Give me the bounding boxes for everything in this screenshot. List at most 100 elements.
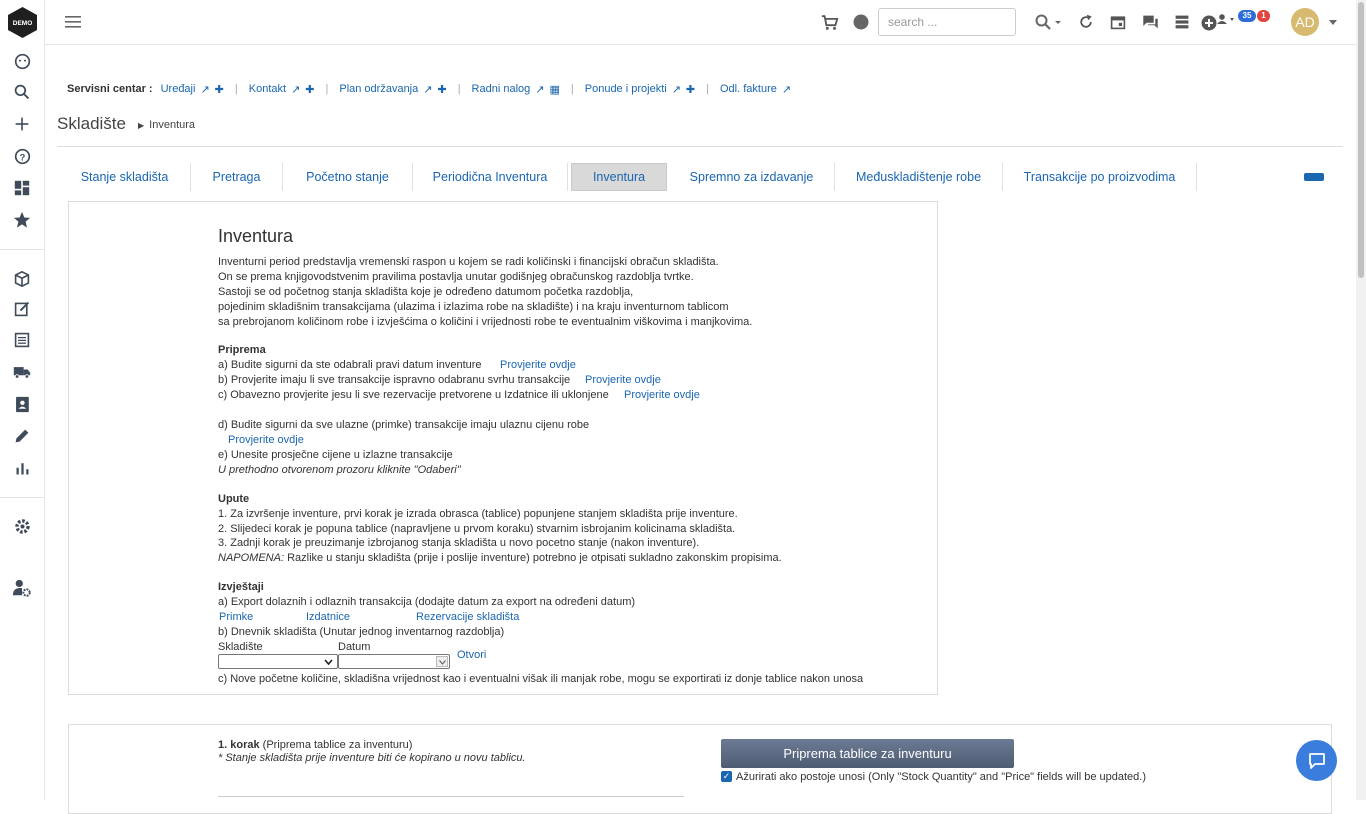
- notification-badge-red: 1: [1257, 10, 1270, 22]
- plus-icon[interactable]: ✚: [305, 83, 314, 96]
- menu-icon[interactable]: [64, 11, 82, 33]
- chevron-down-icon: [439, 660, 446, 665]
- cart-icon[interactable]: [820, 11, 840, 33]
- search-dropdown-icon[interactable]: [1034, 11, 1064, 33]
- storage-icon[interactable]: [1173, 11, 1191, 33]
- svg-text:?: ?: [19, 152, 25, 162]
- bar-chart-icon[interactable]: [11, 457, 33, 479]
- star-icon[interactable]: [11, 209, 33, 231]
- check-link-b[interactable]: Provjerite ovdje: [585, 374, 661, 386]
- search-icon[interactable]: [11, 81, 33, 103]
- tab-spremno-za-izdavanje[interactable]: Spremno za izdavanje: [669, 163, 835, 191]
- plus-icon[interactable]: ✚: [215, 83, 224, 96]
- datum-select[interactable]: [338, 654, 450, 669]
- intro-line: pojedinim skladišnim transakcijama (ulaz…: [218, 301, 729, 313]
- external-link-icon[interactable]: ↗: [200, 83, 209, 96]
- separator: |: [457, 83, 461, 95]
- edit-note-icon[interactable]: [11, 298, 33, 320]
- priprema-b: b) Provjerite imaju li sve transakcije i…: [218, 374, 571, 386]
- calendar-icon[interactable]: ▦: [549, 83, 559, 96]
- link-uredaji[interactable]: Uređaji: [161, 83, 196, 95]
- link-plan-odrzavanja[interactable]: Plan održavanja: [339, 83, 418, 95]
- upute-line: 3. Zadnji korak je preuzimanje izbrojano…: [218, 537, 700, 549]
- separator: |: [234, 83, 238, 95]
- demo-logo[interactable]: DEMO: [8, 7, 37, 38]
- tab-inventura[interactable]: Inventura: [571, 163, 667, 191]
- help-icon[interactable]: ?: [11, 145, 33, 167]
- chat-icon[interactable]: [1141, 11, 1159, 33]
- logo-text: DEMO: [13, 20, 33, 27]
- priprema-d: d) Budite sigurni da sve ulazne (primke)…: [218, 419, 590, 431]
- chat-widget-button[interactable]: [1296, 740, 1337, 781]
- settings-icon[interactable]: [11, 515, 33, 537]
- upute-title: Upute: [218, 493, 250, 505]
- external-link-icon[interactable]: ↗: [782, 83, 791, 96]
- priprema-e-note: U prethodno otvorenom prozoru kliknite "…: [218, 464, 461, 476]
- link-radni-nalog[interactable]: Radni nalog: [472, 83, 531, 95]
- separator: |: [325, 83, 329, 95]
- service-center-label: Servisni centar :: [67, 83, 153, 95]
- left-sidebar: DEMO ?: [0, 0, 45, 800]
- tab-pretraga[interactable]: Pretraga: [191, 163, 283, 191]
- intro-line: Inventurni period predstavlja vremenski …: [218, 256, 719, 268]
- upute-line: 1. Za izvršenje inventure, prvi korak je…: [218, 508, 738, 520]
- contacts-icon[interactable]: [11, 393, 33, 415]
- refresh-icon[interactable]: [1077, 11, 1095, 33]
- izvjestaji-a: a) Export dolaznih i odlaznih transakcij…: [218, 596, 636, 608]
- link-primke[interactable]: Primke: [219, 611, 253, 623]
- datum-dropdown-button[interactable]: [436, 656, 448, 667]
- tab-periodicna-inventura[interactable]: Periodična Inventura: [413, 163, 568, 191]
- external-link-icon[interactable]: ↗: [291, 83, 300, 96]
- link-rezervacije-skladista[interactable]: Rezervacije skladišta: [416, 611, 519, 623]
- avatar[interactable]: AD: [1291, 8, 1319, 36]
- tab-stanje-skladista[interactable]: Stanje skladišta: [59, 163, 191, 191]
- breadcrumb-current: Inventura: [149, 119, 196, 131]
- sidebar-divider: [0, 249, 44, 250]
- plus-icon[interactable]: ✚: [437, 83, 446, 96]
- check-link-d[interactable]: Provjerite ovdje: [228, 434, 304, 446]
- caret-right-icon: ▶: [138, 121, 145, 130]
- scrollbar-thumb[interactable]: [1358, 2, 1364, 278]
- intro-line: Sastoji se od početnog stanja skladišta …: [218, 286, 634, 298]
- dashboard-icon[interactable]: [11, 177, 33, 199]
- notification-badge-blue: 35: [1238, 10, 1256, 22]
- link-izdatnice[interactable]: Izdatnice: [306, 611, 350, 623]
- external-link-icon[interactable]: ↗: [423, 83, 432, 96]
- search-input[interactable]: search ...: [878, 8, 1016, 36]
- plus-icon[interactable]: [11, 113, 33, 135]
- update-checkbox-label: Ažurirati ako postoje unosi (Only "Stock…: [736, 771, 1146, 783]
- update-checkbox[interactable]: ✓: [721, 771, 732, 782]
- link-ponude-i-projekti[interactable]: Ponude i projekti: [585, 83, 667, 95]
- user-settings-icon[interactable]: [11, 577, 33, 599]
- skladiste-select[interactable]: [218, 654, 338, 669]
- izvjestaji-c: c) Nove početne količine, skladišna vrij…: [218, 673, 864, 685]
- box-icon[interactable]: [11, 268, 33, 290]
- check-link-c[interactable]: Provjerite ovdje: [624, 389, 700, 401]
- upute-line: 2. Slijedeci korak je popuna tablice (na…: [218, 523, 736, 535]
- external-link-icon[interactable]: ↗: [535, 83, 544, 96]
- otvori-link[interactable]: Otvori: [457, 649, 486, 661]
- pencil-icon[interactable]: [11, 425, 33, 447]
- label-skladiste: Skladište: [218, 641, 263, 653]
- priprema-c: c) Obavezno provjerite jesu li sve rezer…: [218, 389, 609, 401]
- check-link-a[interactable]: Provjerite ovdje: [500, 359, 576, 371]
- status-dot-icon[interactable]: [852, 11, 870, 33]
- face-icon[interactable]: [11, 50, 33, 72]
- calendar-icon[interactable]: [1109, 11, 1127, 33]
- step1-note: * Stanje skladišta prije inventure biti …: [218, 752, 526, 764]
- list-icon[interactable]: [11, 329, 33, 351]
- priprema-e: e) Unesite prosječne cijene u izlazne tr…: [218, 449, 453, 461]
- tab-meduskladistenje-robe[interactable]: Međuskladištenje robe: [835, 163, 1003, 191]
- priprema-tablice-button[interactable]: Priprema tablice za inventuru: [721, 739, 1014, 768]
- tab-transakcije-po-proizvodima[interactable]: Transakcije po proizvodima: [1003, 163, 1197, 191]
- more-tabs-button[interactable]: [1304, 173, 1324, 181]
- add-user-icon[interactable]: [1201, 11, 1237, 33]
- tab-pocetno-stanje[interactable]: Početno stanje: [283, 163, 413, 191]
- priprema-title: Priprema: [218, 344, 266, 356]
- link-kontakt[interactable]: Kontakt: [249, 83, 286, 95]
- external-link-icon[interactable]: ↗: [672, 83, 681, 96]
- truck-icon[interactable]: [11, 361, 33, 383]
- plus-icon[interactable]: ✚: [686, 83, 695, 96]
- link-odl-fakture[interactable]: Odl. fakture: [720, 83, 777, 95]
- chevron-down-icon[interactable]: [1328, 11, 1338, 33]
